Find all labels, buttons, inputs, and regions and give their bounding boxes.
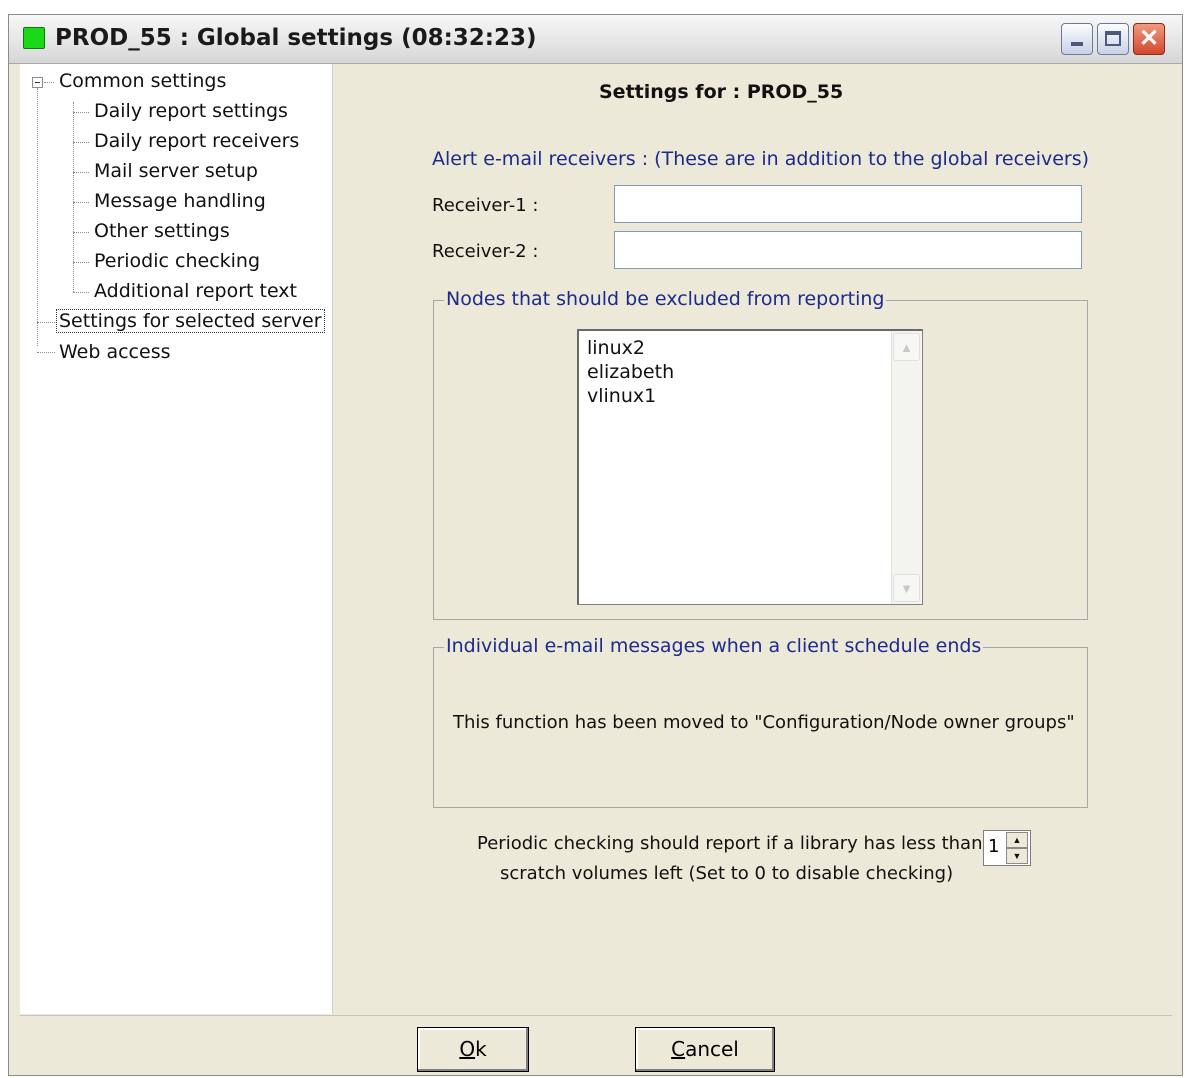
tree-connector [73, 172, 89, 173]
tree-connector [73, 292, 89, 293]
scratch-volumes-spinner[interactable]: 1 ▲ ▼ [983, 830, 1031, 866]
footer-divider [20, 1015, 1172, 1016]
spin-up-icon[interactable]: ▲ [1006, 832, 1028, 848]
scratch-volumes-value[interactable]: 1 [988, 836, 999, 857]
list-item[interactable]: elizabeth [587, 361, 674, 383]
minimize-icon [1071, 42, 1083, 46]
tree-item-common-settings[interactable]: Common settings [59, 70, 226, 92]
scroll-up-icon[interactable]: ▲ [893, 333, 920, 361]
individual-messages-group: Individual e-mail messages when a client… [433, 635, 1088, 808]
receiver-2-label: Receiver-2 : [432, 241, 539, 262]
minimize-button[interactable] [1061, 23, 1093, 55]
tree-item-periodic-checking[interactable]: Periodic checking [94, 250, 260, 272]
spin-down-icon[interactable]: ▼ [1006, 848, 1028, 864]
list-item[interactable]: vlinux1 [587, 385, 656, 407]
tree-item-additional-report-text[interactable]: Additional report text [94, 280, 297, 302]
tree-item-mail-server-setup[interactable]: Mail server setup [94, 160, 258, 182]
maximize-button[interactable] [1097, 23, 1129, 55]
tree-connector [73, 262, 89, 263]
tree-connector [73, 232, 89, 233]
close-icon: ✕ [1138, 25, 1160, 52]
window-title: PROD_55 : Global settings (08:32:23) [55, 25, 537, 51]
cancel-button[interactable]: Cancel [635, 1027, 775, 1072]
tree-connector [37, 322, 55, 323]
scroll-down-icon[interactable]: ▼ [893, 574, 920, 602]
collapse-toggle-icon[interactable] [32, 77, 43, 88]
receiver-2-input[interactable] [614, 231, 1082, 269]
alert-receivers-heading: Alert e-mail receivers : (These are in a… [432, 148, 1090, 170]
tree-item-message-handling[interactable]: Message handling [94, 190, 266, 212]
individual-messages-group-title: Individual e-mail messages when a client… [444, 635, 984, 657]
status-indicator-icon [23, 27, 45, 49]
close-button[interactable]: ✕ [1133, 23, 1165, 55]
receiver-1-input[interactable] [614, 185, 1082, 223]
periodic-check-label-line1: Periodic checking should report if a lib… [477, 833, 983, 854]
tree-connector [44, 82, 54, 83]
excluded-nodes-list[interactable]: linux2 elizabeth vlinux1 ▲ ▼ [577, 329, 923, 605]
periodic-check-label-line2: scratch volumes left (Set to 0 to disabl… [500, 863, 954, 884]
ok-button[interactable]: Ok [417, 1027, 529, 1072]
tree-item-daily-report-receivers[interactable]: Daily report receivers [94, 130, 299, 152]
tree-item-web-access[interactable]: Web access [59, 341, 171, 363]
tree-item-other-settings[interactable]: Other settings [94, 220, 230, 242]
settings-tree[interactable]: Common settings Daily report settings Da… [20, 64, 333, 1014]
tree-connector [37, 352, 55, 353]
list-item[interactable]: linux2 [587, 337, 645, 359]
tree-connector [73, 202, 89, 203]
receiver-1-label: Receiver-1 : [432, 195, 539, 216]
tree-connector [37, 88, 38, 346]
tree-item-daily-report-settings[interactable]: Daily report settings [94, 100, 288, 122]
maximize-icon [1105, 31, 1121, 46]
tree-connector [73, 142, 89, 143]
title-bar[interactable]: PROD_55 : Global settings (08:32:23) ✕ [9, 15, 1182, 64]
tree-connector [73, 102, 74, 292]
moved-function-notice: This function has been moved to "Configu… [453, 712, 1075, 733]
excluded-nodes-group-title: Nodes that should be excluded from repor… [444, 288, 887, 310]
panel-title: Settings for : PROD_55 [599, 81, 844, 103]
list-scrollbar[interactable]: ▲ ▼ [891, 331, 922, 604]
global-settings-window: PROD_55 : Global settings (08:32:23) ✕ C… [8, 14, 1183, 1076]
tree-item-settings-for-selected-server[interactable]: Settings for selected server [56, 309, 325, 333]
tree-connector [73, 112, 89, 113]
